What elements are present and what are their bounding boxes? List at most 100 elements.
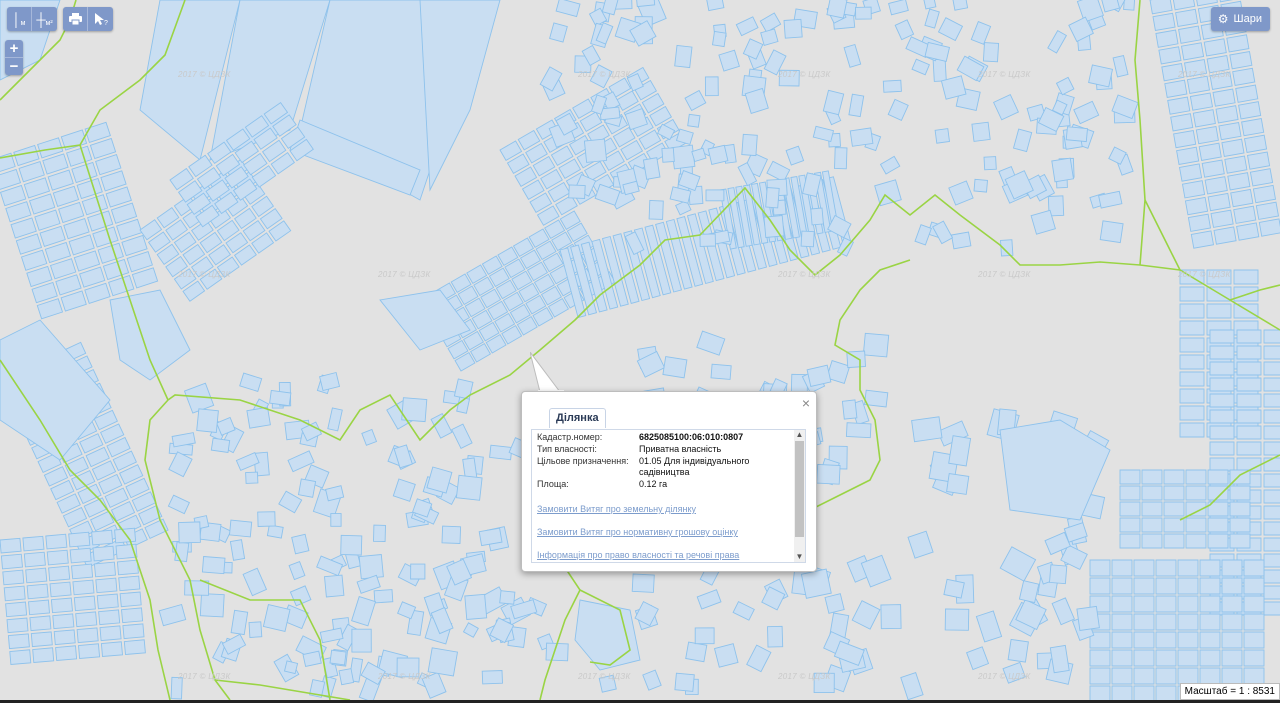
parcel[interactable] — [1199, 595, 1221, 613]
parcel[interactable] — [29, 615, 52, 632]
parcel[interactable] — [1241, 117, 1265, 137]
parcel[interactable] — [1119, 469, 1141, 485]
parcel[interactable] — [373, 524, 386, 542]
parcel[interactable] — [1243, 595, 1265, 613]
parcel[interactable] — [1236, 222, 1260, 241]
parcel[interactable] — [1243, 649, 1265, 667]
parcel[interactable] — [1119, 501, 1141, 517]
parcel[interactable] — [297, 478, 317, 498]
parcel[interactable] — [229, 519, 253, 538]
parcel[interactable] — [1181, 180, 1206, 199]
parcel[interactable] — [1089, 559, 1111, 577]
parcel[interactable] — [1111, 631, 1133, 649]
parcel[interactable] — [674, 672, 695, 692]
parcel[interactable] — [266, 524, 284, 539]
parcel[interactable] — [99, 625, 122, 642]
parcel[interactable] — [631, 573, 655, 593]
parcel[interactable] — [1236, 425, 1262, 440]
parcel[interactable] — [481, 670, 503, 685]
parcel[interactable] — [1155, 685, 1177, 700]
parcel[interactable] — [340, 534, 363, 556]
parcel[interactable] — [923, 0, 937, 10]
parcel[interactable] — [1155, 649, 1177, 667]
cadastral-map[interactable] — [0, 0, 1280, 700]
parcel[interactable] — [1238, 101, 1262, 120]
parcel[interactable] — [1141, 501, 1163, 517]
parcel[interactable] — [1199, 613, 1221, 631]
parcel[interactable] — [1133, 649, 1155, 667]
parcel[interactable] — [882, 79, 902, 93]
parcel[interactable] — [1123, 0, 1135, 11]
parcel[interactable] — [1179, 354, 1205, 370]
parcel[interactable] — [91, 529, 114, 546]
scroll-down-icon[interactable]: ▼ — [794, 552, 805, 562]
parcel[interactable] — [1141, 485, 1163, 501]
scroll-up-icon[interactable]: ▲ — [794, 430, 805, 440]
parcel[interactable] — [1158, 46, 1182, 65]
parcel[interactable] — [952, 0, 969, 11]
order-land-extract-link[interactable]: Замовити Витяг про земельну ділянку — [537, 504, 792, 514]
parcel[interactable] — [1221, 631, 1243, 649]
parcel[interactable] — [1221, 138, 1245, 158]
parcel[interactable] — [95, 577, 118, 594]
parcel[interactable] — [1111, 649, 1133, 667]
parcel[interactable] — [123, 639, 146, 655]
parcel[interactable] — [1179, 337, 1205, 353]
parcel[interactable] — [1185, 533, 1207, 549]
parcel[interactable] — [262, 604, 291, 632]
parcel[interactable] — [1233, 303, 1259, 319]
parcel[interactable] — [1179, 303, 1205, 319]
parcel[interactable] — [78, 643, 101, 659]
parcel[interactable] — [1236, 377, 1262, 392]
parcel[interactable] — [116, 559, 139, 576]
parcel[interactable] — [880, 604, 902, 630]
parcel[interactable] — [1177, 649, 1199, 667]
parcel[interactable] — [1007, 638, 1029, 663]
parcel[interactable] — [28, 599, 50, 616]
parcel[interactable] — [685, 641, 708, 663]
zoom-out-button[interactable]: − — [5, 58, 23, 75]
parcel[interactable] — [269, 389, 292, 407]
parcel[interactable] — [69, 547, 92, 564]
parcel[interactable] — [1263, 441, 1280, 456]
parcel[interactable] — [849, 127, 874, 147]
parcel[interactable] — [932, 58, 947, 82]
parcel[interactable] — [1236, 329, 1262, 344]
parcel[interactable] — [2, 569, 25, 586]
parcel[interactable] — [1263, 377, 1280, 392]
parcel[interactable] — [710, 363, 732, 380]
parcel[interactable] — [1209, 329, 1235, 344]
parcel[interactable] — [1111, 613, 1133, 631]
parcel[interactable] — [800, 568, 832, 599]
parcel[interactable] — [1229, 501, 1251, 517]
parcel[interactable] — [767, 625, 784, 648]
parcel[interactable] — [48, 565, 71, 582]
parcel[interactable] — [862, 332, 890, 358]
parcel[interactable] — [338, 668, 355, 686]
parcel[interactable] — [25, 567, 48, 584]
parcel[interactable] — [1201, 159, 1225, 178]
parcel[interactable] — [1224, 155, 1248, 174]
parcel[interactable] — [1221, 667, 1243, 685]
parcel[interactable] — [1133, 685, 1155, 700]
parcel[interactable] — [1258, 218, 1280, 237]
scroll-thumb[interactable] — [795, 441, 804, 537]
parcel[interactable] — [1236, 409, 1262, 424]
order-valuation-extract-link[interactable]: Замовити Витяг про нормативну грошову оц… — [537, 527, 792, 537]
parcel[interactable] — [983, 156, 997, 171]
parcel[interactable] — [1195, 125, 1219, 145]
parcel[interactable] — [1155, 559, 1177, 577]
parcel[interactable] — [1263, 553, 1280, 568]
parcel[interactable] — [1163, 469, 1185, 485]
parcel[interactable] — [1263, 537, 1280, 552]
parcel[interactable] — [45, 533, 68, 550]
parcel[interactable] — [1263, 361, 1280, 376]
parcel[interactable] — [1233, 205, 1257, 224]
parcel[interactable] — [1243, 559, 1265, 577]
parcel[interactable] — [1133, 595, 1155, 613]
parcel[interactable] — [834, 147, 848, 170]
parcel[interactable] — [1230, 188, 1254, 208]
parcel[interactable] — [1209, 409, 1235, 424]
parcel[interactable] — [122, 623, 145, 640]
parcel[interactable] — [1177, 613, 1199, 631]
